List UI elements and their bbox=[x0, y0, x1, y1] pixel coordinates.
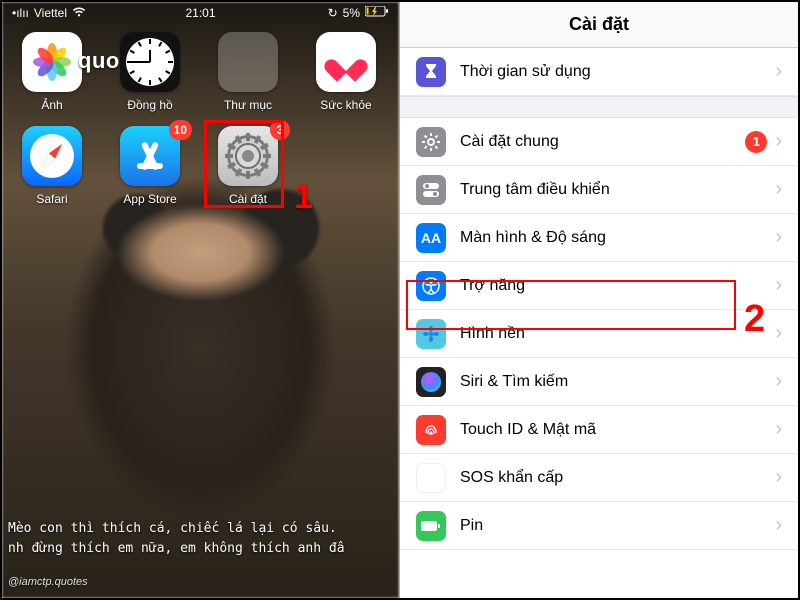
settings-screen: Cài đặt Thời gian sử dụng › Cài đặt chun… bbox=[400, 2, 798, 598]
fingerprint-icon bbox=[416, 415, 446, 445]
app-label: Đồng hồ bbox=[127, 98, 172, 112]
row-label: Pin bbox=[460, 517, 767, 535]
row-general[interactable]: Cài đặt chung 1 › bbox=[400, 118, 798, 166]
sos-icon: SOS bbox=[416, 463, 446, 493]
row-control-center[interactable]: Trung tâm điều khiển › bbox=[400, 166, 798, 214]
app-photos[interactable]: quo Ảnh bbox=[16, 32, 88, 112]
heart-icon bbox=[333, 50, 359, 74]
chevron-right-icon: › bbox=[775, 418, 782, 441]
clock-icon bbox=[120, 32, 180, 92]
row-display[interactable]: AA Màn hình & Độ sáng › bbox=[400, 214, 798, 262]
wallpaper-quote: Mèo con thì thích cá, chiếc lá lại có sâ… bbox=[2, 519, 399, 558]
annotation-box-step2 bbox=[406, 280, 736, 330]
status-bar: •ılıı Viettel 21:01 ↻ 5% bbox=[2, 2, 399, 24]
annotation-number-2: 2 bbox=[744, 298, 765, 341]
gear-icon bbox=[416, 127, 446, 157]
safari-icon bbox=[22, 126, 82, 186]
app-appstore[interactable]: 10 App Store bbox=[114, 126, 186, 206]
app-grid: quo Ảnh bbox=[2, 32, 399, 220]
chevron-right-icon: › bbox=[775, 178, 782, 201]
app-label: Safari bbox=[36, 192, 67, 206]
annotation-box-step1 bbox=[204, 120, 284, 208]
chevron-right-icon: › bbox=[775, 60, 782, 83]
chevron-right-icon: › bbox=[775, 274, 782, 297]
row-label: Trung tâm điều khiển bbox=[460, 181, 767, 199]
row-label: Siri & Tìm kiếm bbox=[460, 373, 767, 391]
home-screen: •ılıı Viettel 21:01 ↻ 5% bbox=[2, 2, 400, 598]
text-size-icon: AA bbox=[416, 223, 446, 253]
row-label: Màn hình & Độ sáng bbox=[460, 229, 767, 247]
settings-title: Cài đặt bbox=[569, 14, 629, 35]
settings-header: Cài đặt bbox=[400, 2, 798, 48]
row-label: Thời gian sử dụng bbox=[460, 63, 767, 81]
app-folder[interactable]: Thư mục bbox=[212, 32, 284, 112]
app-label: Thư mục bbox=[224, 98, 272, 112]
group-separator bbox=[400, 96, 798, 118]
row-label: Touch ID & Mật mã bbox=[460, 421, 767, 439]
row-screen-time[interactable]: Thời gian sử dụng › bbox=[400, 48, 798, 96]
row-battery[interactable]: Pin › bbox=[400, 502, 798, 550]
app-clock[interactable]: Đồng hồ bbox=[114, 32, 186, 112]
chevron-right-icon: › bbox=[775, 130, 782, 153]
badge: 10 bbox=[169, 120, 192, 140]
photos-icon bbox=[22, 32, 82, 92]
switches-icon bbox=[416, 175, 446, 205]
chevron-right-icon: › bbox=[775, 370, 782, 393]
quote-line2: nh đừng thích em nữa, em không thích anh… bbox=[8, 539, 393, 559]
row-siri[interactable]: Siri & Tìm kiếm › bbox=[400, 358, 798, 406]
wallpaper-watermark: @iamctp.quotes bbox=[8, 576, 88, 588]
row-sos[interactable]: SOS SOS khẩn cấp › bbox=[400, 454, 798, 502]
chevron-right-icon: › bbox=[775, 466, 782, 489]
app-label: Sức khỏe bbox=[320, 98, 371, 112]
app-label: App Store bbox=[123, 192, 176, 206]
row-badge: 1 bbox=[745, 131, 767, 153]
chevron-right-icon: › bbox=[775, 514, 782, 537]
chevron-right-icon: › bbox=[775, 322, 782, 345]
folder-icon bbox=[218, 32, 278, 92]
app-health[interactable]: Sức khỏe bbox=[310, 32, 382, 112]
app-safari[interactable]: Safari bbox=[16, 126, 88, 206]
chevron-right-icon: › bbox=[775, 226, 782, 249]
row-label: Cài đặt chung bbox=[460, 133, 745, 151]
row-touch-id[interactable]: Touch ID & Mật mã › bbox=[400, 406, 798, 454]
siri-icon bbox=[416, 367, 446, 397]
annotation-number-1: 1 bbox=[294, 178, 313, 217]
app-label: Ảnh bbox=[41, 98, 62, 112]
clock-time: 21:01 bbox=[2, 6, 399, 20]
hourglass-icon bbox=[416, 57, 446, 87]
battery-icon bbox=[416, 511, 446, 541]
health-icon bbox=[316, 32, 376, 92]
row-label: SOS khẩn cấp bbox=[460, 469, 767, 487]
quote-line1: Mèo con thì thích cá, chiếc lá lại có sâ… bbox=[8, 519, 393, 539]
